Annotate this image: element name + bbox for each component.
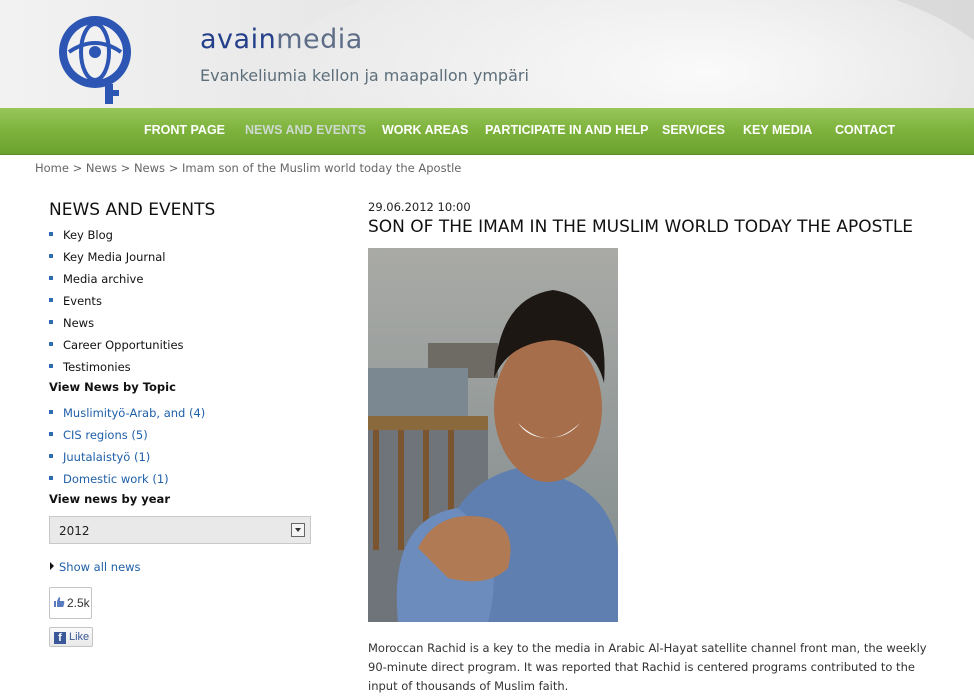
topic-item[interactable]: Domestic work (1) <box>49 471 205 493</box>
triangle-right-icon <box>50 562 54 570</box>
breadcrumb-current: Imam son of the Muslim world today the A… <box>181 161 462 175</box>
sidebar-item-testimonies[interactable]: Testimonies <box>49 359 184 381</box>
sidebar-item-career-opportunities[interactable]: Career Opportunities <box>49 337 184 359</box>
like-count: 2.5k <box>67 596 90 610</box>
avainmedia-logo[interactable] <box>55 12 150 108</box>
breadcrumb-news[interactable]: News <box>134 161 165 175</box>
nav-participate[interactable]: PARTICIPATE IN AND HELP <box>485 123 648 137</box>
sidebar-item-key-blog[interactable]: Key Blog <box>49 227 184 249</box>
sidebar-item-news[interactable]: News <box>49 315 184 337</box>
breadcrumb-separator: > <box>120 161 131 175</box>
breadcrumb-home[interactable]: Home <box>35 161 69 175</box>
main-navigation: FRONT PAGE NEWS AND EVENTS WORK AREAS PA… <box>0 108 974 155</box>
year-select[interactable]: 2012 <box>49 516 311 544</box>
thumbs-up-icon <box>54 597 65 607</box>
nav-services[interactable]: SERVICES <box>662 123 725 137</box>
topic-heading: View News by Topic <box>49 380 176 394</box>
topic-item[interactable]: Muslimityö-Arab, and (4) <box>49 405 205 427</box>
breadcrumb: Home > News > News > Imam son of the Mus… <box>35 161 461 175</box>
breadcrumb-news[interactable]: News <box>86 161 117 175</box>
breadcrumb-separator: > <box>72 161 83 175</box>
facebook-icon: f <box>54 632 66 644</box>
show-all-news-label: Show all news <box>59 560 141 574</box>
article-date: 29.06.2012 10:00 <box>368 200 471 214</box>
sidebar-item-media-archive[interactable]: Media archive <box>49 271 184 293</box>
brand-tagline: Evankeliumia kellon ja maapallon ympäri <box>200 66 529 85</box>
facebook-like-button[interactable]: f Like <box>49 627 93 647</box>
sidebar-title: NEWS AND EVENTS <box>49 200 216 220</box>
article-body: Moroccan Rachid is a key to the media in… <box>368 641 927 693</box>
sidebar-item-events[interactable]: Events <box>49 293 184 315</box>
sidebar-item-key-media-journal[interactable]: Key Media Journal <box>49 249 184 271</box>
like-label: Like <box>69 631 90 643</box>
chevron-down-icon[interactable] <box>291 523 305 537</box>
show-all-news-link[interactable]: Show all news <box>50 560 141 574</box>
nav-front-page[interactable]: FRONT PAGE <box>144 123 225 137</box>
breadcrumb-separator: > <box>168 161 179 175</box>
brand-name[interactable]: avainmedia <box>200 24 363 55</box>
brand-name-part1: avain <box>200 24 277 55</box>
topic-item[interactable]: Juutalaistyö (1) <box>49 449 205 471</box>
topic-list: Muslimityö-Arab, and (4) CIS regions (5)… <box>49 405 205 493</box>
nav-news-and-events[interactable]: NEWS AND EVENTS <box>245 123 366 137</box>
like-count-box: 2.5k <box>49 587 92 619</box>
article-title: SON OF THE IMAM IN THE MUSLIM WORLD TODA… <box>368 217 914 237</box>
nav-key-media[interactable]: KEY MEDIA <box>743 123 812 137</box>
nav-contact[interactable]: CONTACT <box>835 123 895 137</box>
site-header: avainmedia Evankeliumia kellon ja maapal… <box>0 0 974 108</box>
sidebar-menu: Key Blog Key Media Journal Media archive… <box>49 227 184 381</box>
year-heading: View news by year <box>49 492 170 506</box>
topic-item[interactable]: CIS regions (5) <box>49 427 205 449</box>
nav-work-areas[interactable]: WORK AREAS <box>382 123 468 137</box>
article-photo <box>368 248 618 622</box>
brand-name-part2: media <box>276 24 363 55</box>
year-select-value: 2012 <box>59 524 90 538</box>
